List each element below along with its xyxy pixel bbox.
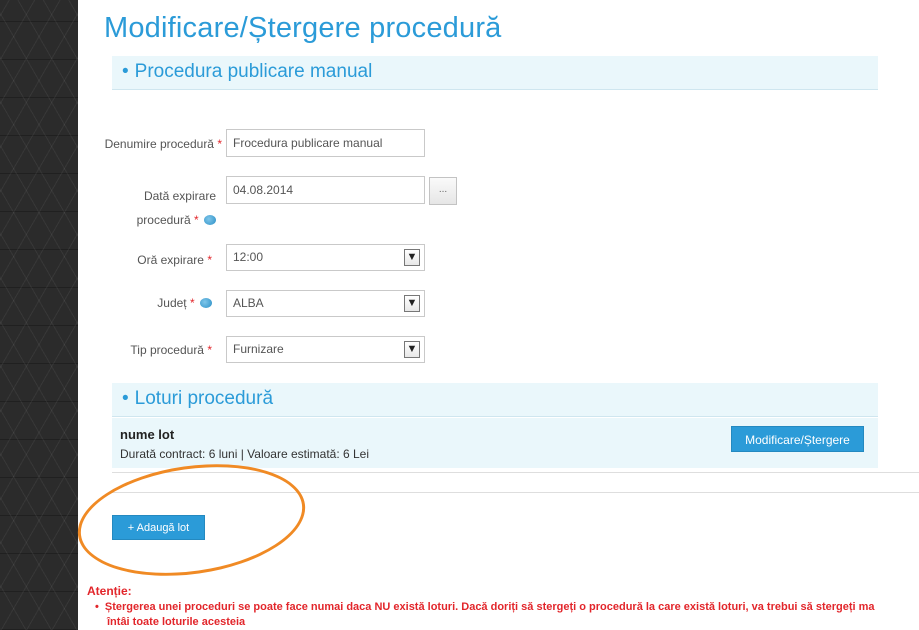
modify-delete-lot-button[interactable]: Modificare/Ștergere — [731, 426, 864, 452]
county-label: Județ * — [82, 296, 212, 310]
warning-bullet: • — [95, 601, 99, 613]
procedure-name-input[interactable]: Frocedura publicare manual — [226, 129, 425, 157]
warning-text: • Ștergerea unei proceduri se poate face … — [95, 601, 875, 613]
procedure-type-label: Tip procedură * — [130, 343, 212, 357]
expiry-date-input[interactable]: 04.08.2014 — [226, 176, 425, 204]
chevron-down-icon[interactable]: ▼ — [404, 249, 420, 266]
lot-name: nume lot — [120, 427, 175, 442]
lots-section-title: Loturi procedură — [134, 388, 274, 409]
required-marker: * — [207, 253, 212, 267]
chevron-down-icon[interactable]: ▼ — [404, 295, 420, 312]
county-select[interactable]: ALBA ▼ — [226, 290, 425, 317]
procedure-type-select[interactable]: Furnizare ▼ — [226, 336, 425, 363]
procedure-section-header: • Procedura publicare manual — [112, 56, 878, 90]
decorative-side-pattern — [0, 0, 78, 630]
required-marker: * — [189, 296, 195, 310]
help-icon[interactable] — [204, 215, 216, 225]
help-icon[interactable] — [200, 298, 212, 308]
procedure-section-title: Procedura publicare manual — [134, 61, 373, 82]
section-bullet: • — [122, 388, 129, 409]
warning-title: Atenție: — [87, 584, 132, 598]
expiry-hour-select[interactable]: 12:00 ▼ — [226, 244, 425, 271]
expiry-hour-label: Oră expirare * — [137, 253, 212, 267]
lot-item: nume lot Durată contract: 6 luni | Valoa… — [112, 418, 878, 468]
lots-section-header: • Loturi procedură — [112, 383, 878, 417]
section-bullet: • — [122, 61, 129, 82]
chevron-down-icon[interactable]: ▼ — [404, 341, 420, 358]
procedure-name-label: Denumire procedură * — [104, 137, 222, 151]
date-picker-button[interactable]: ... — [429, 177, 457, 205]
lot-details: Durată contract: 6 luni | Valoare estima… — [120, 447, 370, 461]
warning-text-continued: întâi toate loturile acesteia — [107, 616, 246, 628]
expiry-date-label: Dată expirare procedură * — [136, 189, 216, 227]
page-title: Modificare/Ștergere procedură — [104, 12, 502, 44]
required-marker: * — [207, 343, 212, 357]
required-marker: * — [193, 213, 199, 227]
required-marker: * — [217, 137, 222, 151]
